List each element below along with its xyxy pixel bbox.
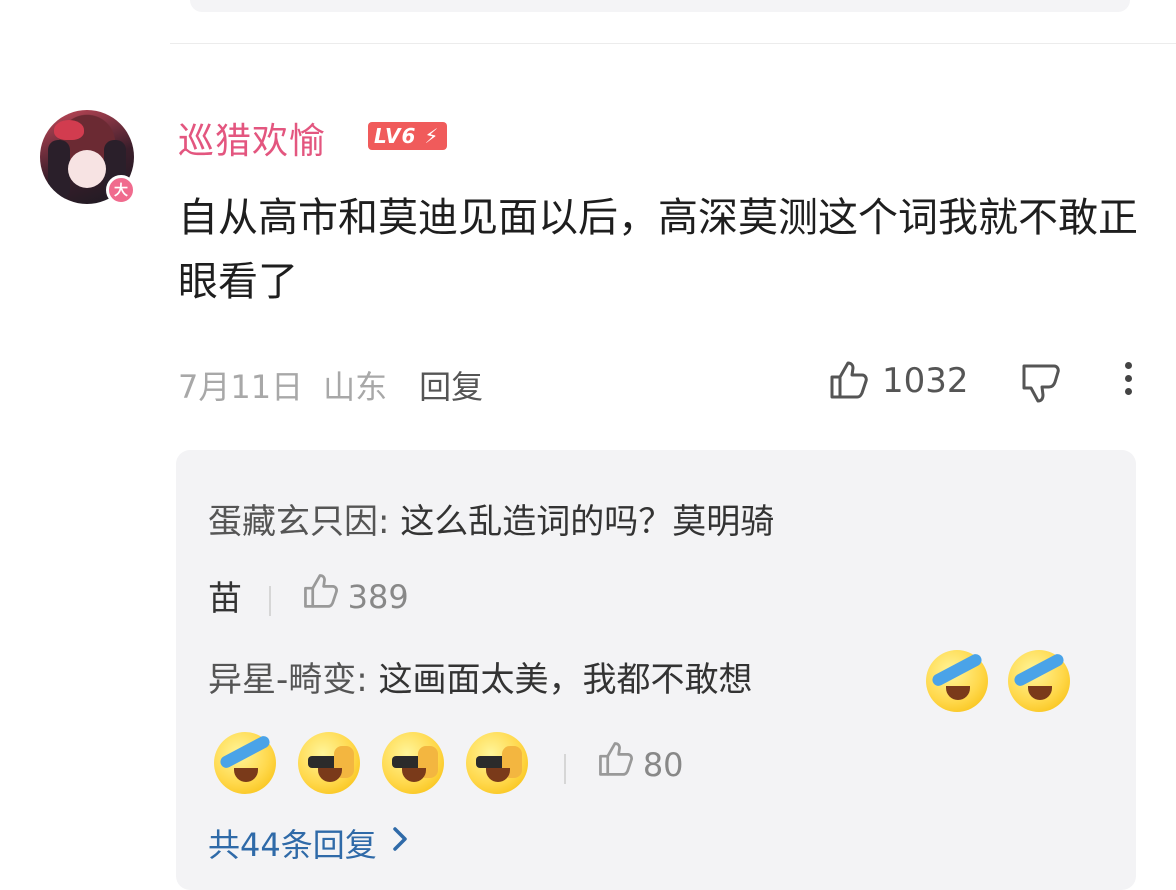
chevron-right-icon [391,824,409,862]
separator [268,585,271,616]
thumbs-up-icon [595,738,635,791]
reply-item-continued: 苗 389 [208,570,409,623]
reply-text-continued: 苗 [208,579,242,619]
like-button[interactable]: 1032 [826,358,969,404]
reply-author[interactable]: 蛋藏玄只因: [208,502,389,542]
level-text: LV6 [374,124,417,148]
avatar-badge: 大 [106,175,136,205]
facepalm-emoji-icon [298,732,360,794]
reply-item[interactable]: 蛋藏玄只因: 这么乱造词的吗？莫明骑 [208,498,774,546]
comment-date: 7月11日 [178,368,304,406]
more-replies-link[interactable]: 共44条回复 [208,820,409,866]
reply-like-count: 80 [642,745,684,784]
reply-like-row: 80 [548,738,684,791]
username[interactable]: 巡猎欢愉 [178,112,326,164]
facepalm-emoji-icon [466,732,528,794]
reply-like-button[interactable]: 80 [595,738,684,791]
facepalm-emoji-icon [382,732,444,794]
laugh-cry-emoji-icon [926,650,988,712]
divider [170,43,1176,44]
previous-card [190,0,1130,12]
reply-text: 这画面太美，我都不敢想 [378,660,753,700]
laugh-cry-emoji-icon [1008,650,1070,712]
thumbs-up-icon [300,570,340,623]
comment-location: 山东 [323,368,388,406]
reply-button[interactable]: 回复 [419,362,483,408]
separator [564,753,566,784]
level-badge: LV6 ⚡ [368,122,448,150]
more-replies-label: 共44条回复 [208,826,377,864]
reply-like-button[interactable]: 389 [300,570,409,623]
comment-meta: 7月11日 山东 回复 [178,362,483,408]
like-count: 1032 [882,361,969,401]
thumbs-up-icon [826,357,870,405]
thumbs-down-icon[interactable] [1018,362,1066,410]
reply-author[interactable]: 异星-畸变: [208,660,368,700]
reply-like-count: 389 [347,577,409,616]
laugh-cry-emoji-icon [214,732,276,794]
more-options-icon[interactable] [1122,362,1134,402]
lightning-icon: ⚡ [424,124,440,148]
reply-text: 这么乱造词的吗？莫明骑 [400,502,775,542]
comment-text: 自从高市和莫迪见面以后，高深莫测这个词我就不敢正眼看了 [178,195,1138,305]
reply-item[interactable]: 异星-畸变: 这画面太美，我都不敢想 [208,656,753,704]
